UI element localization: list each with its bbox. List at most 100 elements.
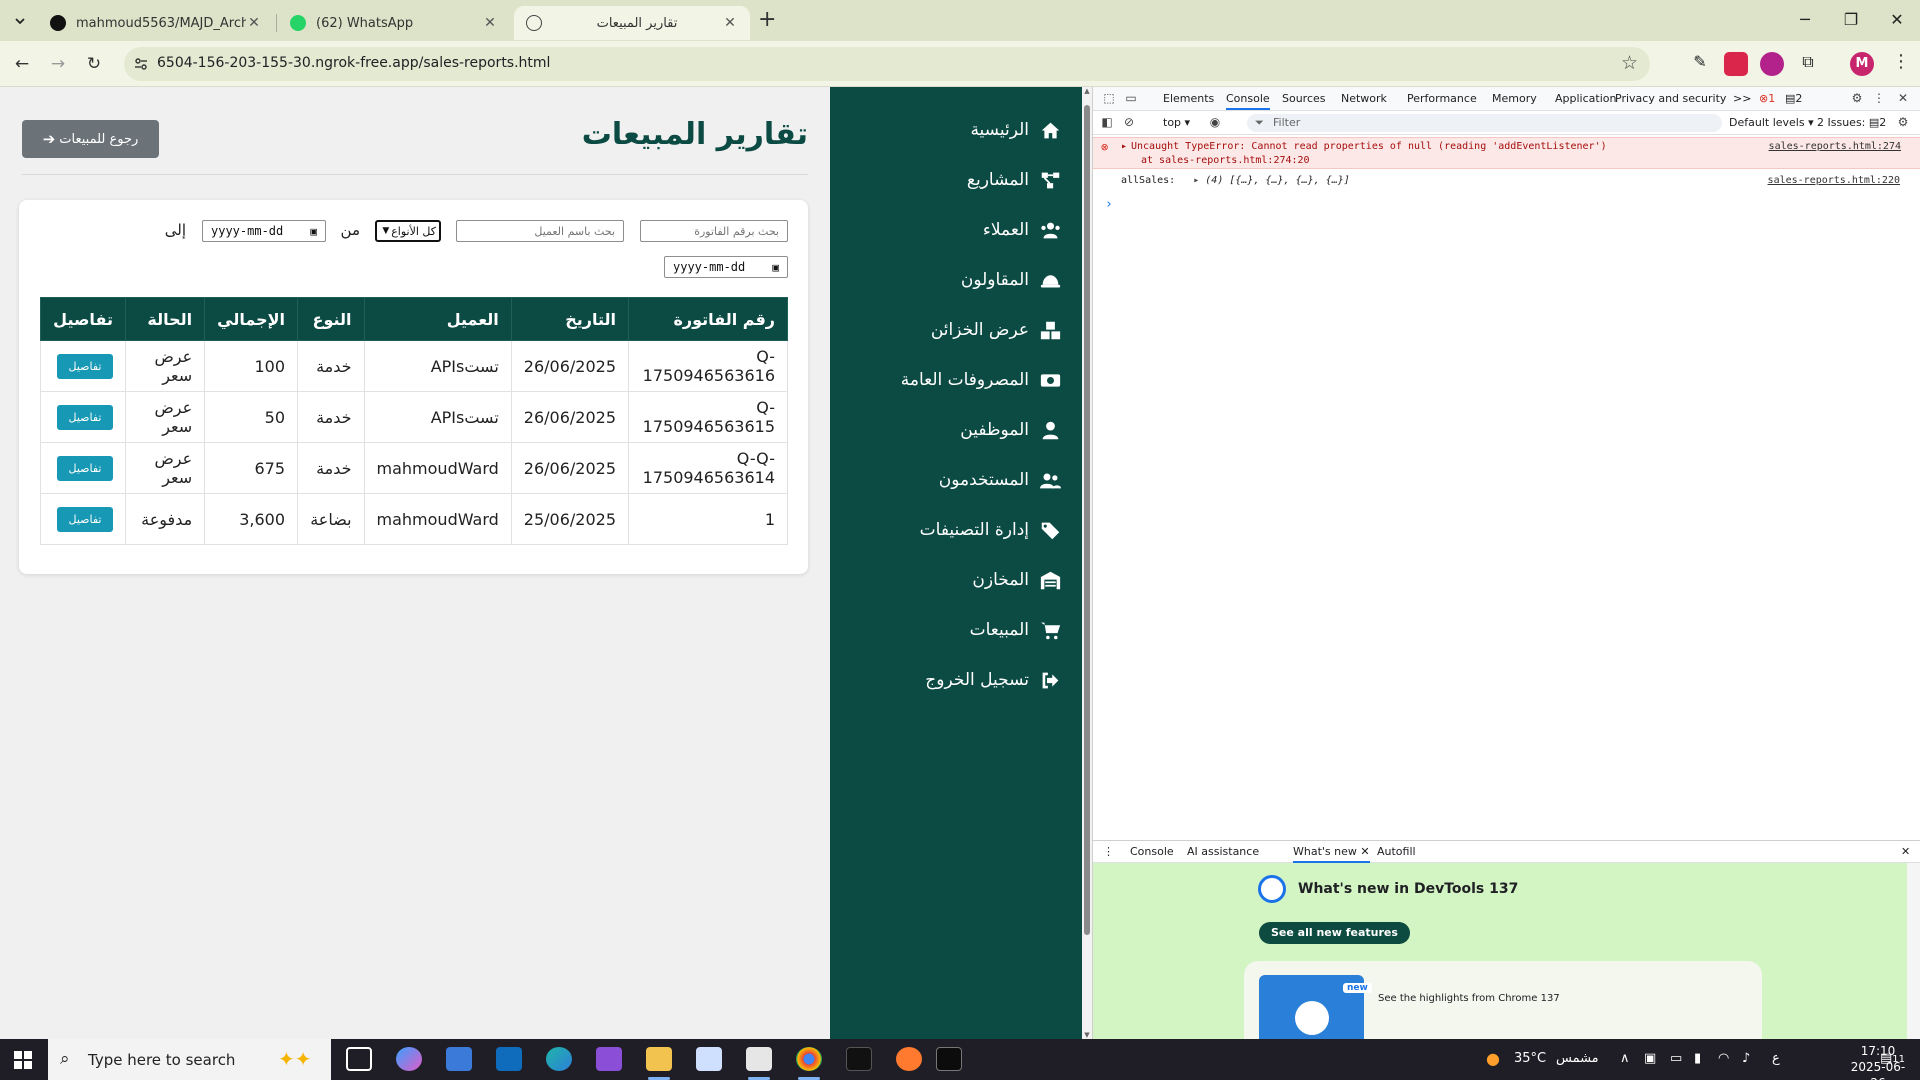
- to-date-input[interactable]: yyyy-mm-dd ▣: [664, 256, 788, 278]
- context-selector[interactable]: top ▾: [1163, 116, 1190, 129]
- drawer-tab-ai-assistance[interactable]: AI assistance: [1187, 845, 1259, 858]
- weather-text[interactable]: مشمس: [1556, 1051, 1599, 1066]
- capcut-icon[interactable]: [846, 1047, 872, 1071]
- error-counter[interactable]: ⊗1: [1759, 92, 1775, 105]
- tab-search-button[interactable]: [8, 9, 32, 33]
- sidebar-item-categories[interactable]: إدارة التصنيفات: [830, 507, 1082, 553]
- paint-icon[interactable]: [746, 1047, 772, 1071]
- devtools-tab-network[interactable]: Network: [1341, 92, 1387, 105]
- puzzle-icon[interactable]: ⧉: [1796, 52, 1820, 76]
- notepad-icon[interactable]: [696, 1047, 722, 1071]
- back-to-sales-button[interactable]: رجوع للمبيعات ➔: [22, 120, 159, 158]
- minimize-button[interactable]: ─: [1782, 6, 1828, 34]
- reload-icon[interactable]: ↻: [80, 50, 108, 78]
- back-arrow-icon[interactable]: ←: [8, 50, 36, 78]
- forward-arrow-icon[interactable]: →: [44, 50, 72, 78]
- profile-avatar[interactable]: M: [1850, 52, 1874, 76]
- task-view-icon[interactable]: [346, 1047, 372, 1071]
- sidebar-item-users[interactable]: المستخدمون: [830, 457, 1082, 503]
- close-window-button[interactable]: ✕: [1874, 6, 1920, 34]
- new-tab-button[interactable]: +: [758, 8, 776, 32]
- log-source-link[interactable]: sales-reports.html:220: [1768, 175, 1900, 186]
- screen-icon[interactable]: ▭: [1670, 1051, 1682, 1066]
- see-all-features-button[interactable]: See all new features: [1259, 922, 1410, 944]
- log-levels-dropdown[interactable]: Default levels ▾: [1729, 116, 1814, 129]
- details-button[interactable]: تفاصيل: [56, 353, 113, 379]
- issues-counter[interactable]: 2 Issues: ▤2: [1817, 116, 1886, 129]
- extension-shield-icon[interactable]: [1760, 52, 1784, 76]
- device-toolbar-icon[interactable]: ▭: [1123, 91, 1139, 107]
- invoice-search-input[interactable]: بحث برقم الفاتورة: [640, 220, 788, 242]
- devtools-tab-privacy[interactable]: Privacy and security: [1615, 92, 1726, 105]
- details-button[interactable]: تفاصيل: [56, 455, 113, 481]
- extension-red-icon[interactable]: [1724, 52, 1748, 76]
- tab-sales-reports[interactable]: تقارير المبيعات ✕: [514, 6, 750, 40]
- console-settings-gear-icon[interactable]: ⚙: [1895, 115, 1911, 131]
- volume-icon[interactable]: ♪: [1742, 1051, 1750, 1066]
- more-tabs-button[interactable]: >>: [1733, 92, 1751, 105]
- taskbar-search-box[interactable]: ⌕ Type here to search ✦✦: [48, 1039, 331, 1080]
- message-counter[interactable]: ▤2: [1785, 92, 1802, 105]
- meet-now-icon[interactable]: ▣: [1644, 1051, 1656, 1066]
- inspect-element-icon[interactable]: ⬚: [1101, 91, 1117, 107]
- browser-menu-icon[interactable]: ⋮: [1892, 51, 1910, 72]
- live-expression-eye-icon[interactable]: ◉: [1207, 115, 1223, 131]
- play-icon[interactable]: [1295, 1001, 1329, 1035]
- tab-github[interactable]: mahmoud5563/MAJD_Architec ✕: [38, 6, 274, 40]
- microsoft-store-icon[interactable]: [446, 1047, 472, 1071]
- weather-sun-icon[interactable]: ●: [1486, 1049, 1500, 1068]
- settings-gear-icon[interactable]: ⚙: [1849, 91, 1865, 107]
- sidebar-item-contractors[interactable]: المقاولون: [830, 257, 1082, 303]
- error-source-link[interactable]: sales-reports.html:274: [1769, 141, 1901, 152]
- sidebar-item-warehouses[interactable]: المخازن: [830, 557, 1082, 603]
- drawer-tab-whats-new[interactable]: What's new ✕: [1293, 845, 1370, 863]
- restore-button[interactable]: ❐: [1828, 6, 1874, 34]
- video-thumbnail[interactable]: new: [1259, 975, 1372, 1040]
- clear-console-icon[interactable]: ⊘: [1121, 115, 1137, 131]
- drawer-scrollbar[interactable]: [1907, 863, 1920, 1040]
- close-devtools-icon[interactable]: ✕: [1895, 91, 1911, 107]
- copilot-icon[interactable]: [396, 1047, 422, 1071]
- scrollbar-thumb[interactable]: [1084, 105, 1090, 935]
- sidebar-item-employees[interactable]: الموظفين: [830, 407, 1082, 453]
- details-button[interactable]: تفاصيل: [56, 506, 113, 532]
- windows-start-icon[interactable]: [14, 1051, 32, 1069]
- scroll-down-icon[interactable]: ▼: [1082, 1031, 1092, 1039]
- console-log-message[interactable]: allSales: ▸ (4) [{…}, {…}, {…}, {…}]: [1121, 175, 1350, 186]
- sidebar-item-logout[interactable]: تسجيل الخروج: [830, 657, 1082, 703]
- terminal-icon[interactable]: [936, 1047, 962, 1071]
- sidebar-item-expenses[interactable]: المصروفات العامة: [830, 357, 1082, 403]
- console-filter-input[interactable]: ⏷ Filter: [1247, 114, 1722, 132]
- type-select[interactable]: كل الأنواع ▼: [375, 220, 441, 242]
- battery-icon[interactable]: ▮: [1694, 1051, 1701, 1066]
- from-date-input[interactable]: yyyy-mm-dd ▣: [202, 220, 326, 242]
- expand-triangle-icon[interactable]: ▸: [1193, 175, 1199, 186]
- input-language[interactable]: ع: [1772, 1051, 1780, 1066]
- close-tab-icon[interactable]: ✕: [482, 15, 498, 31]
- page-scrollbar[interactable]: ▲ ▼: [1082, 87, 1092, 1039]
- client-search-input[interactable]: بحث باسم العميل: [456, 220, 624, 242]
- chrome-icon[interactable]: [796, 1047, 822, 1071]
- postman-icon[interactable]: [896, 1047, 922, 1071]
- visual-studio-icon[interactable]: [596, 1047, 622, 1071]
- wifi-icon[interactable]: ◠: [1718, 1051, 1729, 1066]
- console-error-message[interactable]: ⊗ ▸ Uncaught TypeError: Cannot read prop…: [1093, 137, 1920, 169]
- scroll-up-icon[interactable]: ▲: [1082, 87, 1092, 95]
- close-tab-icon[interactable]: ✕: [722, 15, 738, 31]
- edge-icon[interactable]: [546, 1047, 572, 1071]
- drawer-tab-autofill[interactable]: Autofill: [1377, 845, 1416, 858]
- bookmark-star-icon[interactable]: ☆: [1621, 52, 1638, 74]
- outlook-icon[interactable]: [496, 1047, 522, 1071]
- console-prompt[interactable]: ›: [1105, 197, 1113, 212]
- drawer-tab-console[interactable]: Console: [1130, 845, 1174, 858]
- sidebar-item-projects[interactable]: المشاريع: [830, 157, 1082, 203]
- devtools-tab-performance[interactable]: Performance: [1407, 92, 1477, 105]
- sidebar-item-safes[interactable]: عرض الخزائن: [830, 307, 1082, 353]
- close-drawer-icon[interactable]: ✕: [1901, 845, 1910, 858]
- site-settings-icon[interactable]: [133, 56, 149, 72]
- weather-temp[interactable]: 35°C: [1514, 1051, 1546, 1066]
- details-button[interactable]: تفاصيل: [56, 404, 113, 430]
- notifications-icon[interactable]: ▤11: [1880, 1051, 1905, 1066]
- close-icon[interactable]: ✕: [1360, 845, 1369, 858]
- sidebar-item-clients[interactable]: العملاء: [830, 207, 1082, 253]
